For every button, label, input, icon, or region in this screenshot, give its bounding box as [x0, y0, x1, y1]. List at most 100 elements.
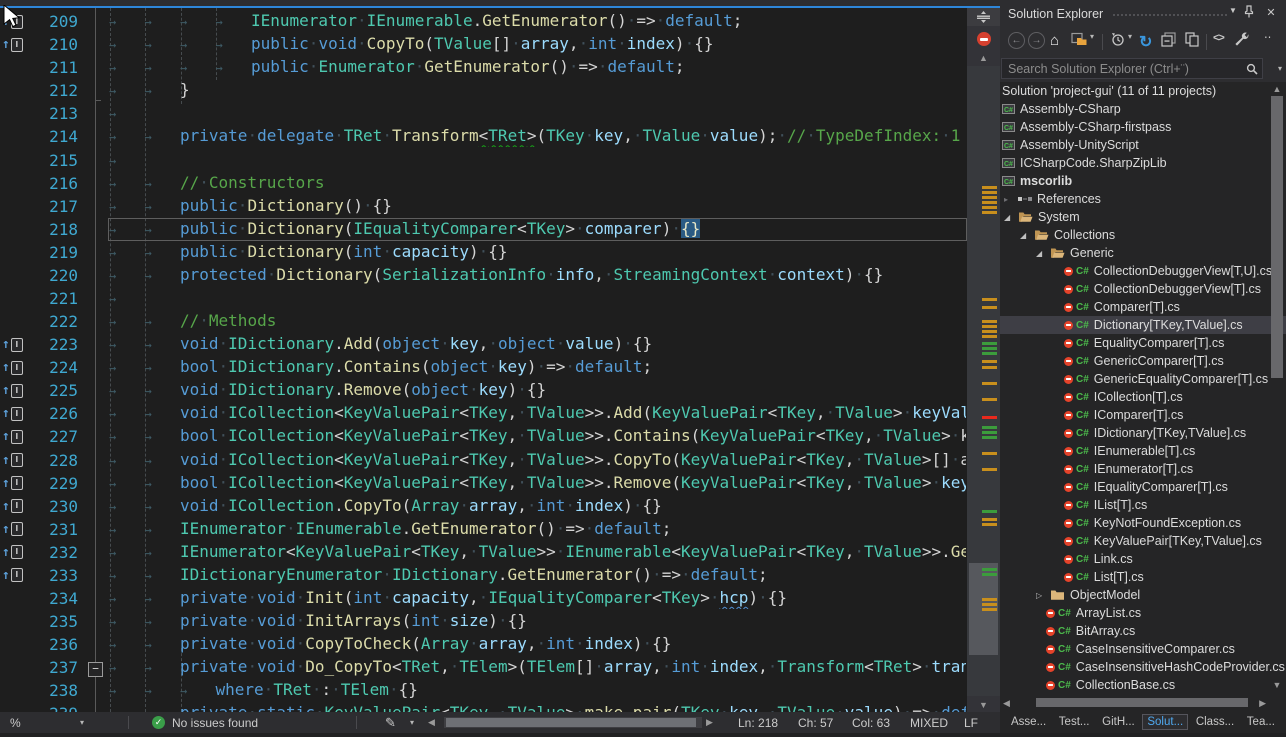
- outline-margin[interactable]: [90, 264, 108, 287]
- code-line-content[interactable]: →→→→public·void·CopyTo(TValue[]·array,·i…: [108, 33, 967, 56]
- collapse-icon[interactable]: ◢: [1020, 231, 1034, 240]
- outline-margin[interactable]: [90, 102, 108, 125]
- code-line-content[interactable]: →→IDictionaryEnumerator·IDictionary.GetE…: [108, 564, 967, 587]
- tree-item[interactable]: C#CaseInsensitiveHashCodeProvider.cs: [1000, 658, 1286, 676]
- line-number[interactable]: 220: [28, 264, 90, 287]
- outline-margin[interactable]: [90, 587, 108, 610]
- glyph-margin[interactable]: [0, 125, 28, 148]
- code-line[interactable]: 222→→//·Methods: [0, 310, 967, 333]
- code-line-content[interactable]: →: [108, 148, 967, 171]
- code-line-content[interactable]: →→private·void·Do_CopyTo<TRet,·TElem>(TE…: [108, 656, 967, 679]
- panel-tab[interactable]: Tea...: [1242, 714, 1280, 730]
- outline-margin[interactable]: [90, 79, 108, 102]
- code-line-content[interactable]: →→bool·ICollection<KeyValuePair<TKey,·TV…: [108, 472, 967, 495]
- scroll-up-arrow[interactable]: ▲: [967, 53, 1000, 63]
- editor-horizontal-scrollbar[interactable]: [444, 717, 702, 728]
- line-number[interactable]: 232: [28, 541, 90, 564]
- line-number[interactable]: 236: [28, 633, 90, 656]
- toolbar-overflow-icon[interactable]: ‥: [1264, 28, 1271, 41]
- tree-item[interactable]: C#IDictionary[TKey,TValue].cs: [1000, 424, 1286, 442]
- code-line-content[interactable]: →→private·static·KeyValuePair<TKey,·TVal…: [108, 702, 967, 712]
- glyph-margin[interactable]: [0, 610, 28, 633]
- panel-tab[interactable]: GitH...: [1097, 714, 1140, 730]
- line-number[interactable]: 209: [28, 10, 90, 33]
- line-number[interactable]: 230: [28, 495, 90, 518]
- code-line[interactable]: ↑I210→→→→public·void·CopyTo(TValue[]·arr…: [0, 33, 967, 56]
- format-document-icon[interactable]: ✎: [385, 712, 396, 733]
- line-number[interactable]: 211: [28, 56, 90, 79]
- code-line-content[interactable]: →→IEnumerator<KeyValuePair<TKey,·TValue>…: [108, 541, 967, 564]
- code-line[interactable]: ↑I229→→bool·ICollection<KeyValuePair<TKe…: [0, 472, 967, 495]
- code-line[interactable]: ↑I231→→IEnumerator·IEnumerable.GetEnumer…: [0, 518, 967, 541]
- glyph-margin[interactable]: ↑I: [0, 33, 28, 56]
- outline-margin[interactable]: [90, 564, 108, 587]
- code-line-content[interactable]: →→//·Methods: [108, 310, 967, 333]
- line-number[interactable]: 237: [28, 656, 90, 679]
- code-line-content[interactable]: →→private·void·CopyToCheck(Array·array,·…: [108, 633, 967, 656]
- code-line-content[interactable]: →→//·Constructors: [108, 172, 967, 195]
- tree-item[interactable]: C#CollectionBase.cs: [1000, 676, 1286, 694]
- collapse-icon[interactable]: ◢: [1004, 213, 1018, 222]
- code-line-content[interactable]: →→void·IDictionary.Remove(object·key)·{}: [108, 379, 967, 402]
- line-number[interactable]: 216: [28, 172, 90, 195]
- tree-item[interactable]: C#IComparer[T].cs: [1000, 406, 1286, 424]
- tree-item[interactable]: ◢Generic: [1000, 244, 1286, 262]
- line-number[interactable]: 213: [28, 102, 90, 125]
- code-line-content[interactable]: →→→where·TRet·:·TElem·{}: [108, 679, 967, 702]
- scrollbar-track[interactable]: [967, 66, 1000, 696]
- code-line[interactable]: ↑I227→→bool·ICollection<KeyValuePair<TKe…: [0, 425, 967, 448]
- refresh-button[interactable]: ↻: [1139, 32, 1152, 52]
- code-region[interactable]: ↑I209→→→→IEnumerator·IEnumerable.GetEnum…: [0, 8, 967, 712]
- glyph-margin[interactable]: [0, 633, 28, 656]
- tree-vscroll-thumb[interactable]: [1271, 96, 1283, 378]
- line-number[interactable]: 218: [28, 218, 90, 241]
- outline-margin[interactable]: [90, 379, 108, 402]
- line-number[interactable]: 227: [28, 425, 90, 448]
- line-number[interactable]: 234: [28, 587, 90, 610]
- glyph-margin[interactable]: [0, 702, 28, 712]
- code-line[interactable]: 218→→public·Dictionary(IEqualityComparer…: [0, 218, 967, 241]
- outline-margin[interactable]: [90, 425, 108, 448]
- tree-item[interactable]: Solution 'project-gui' (11 of 11 project…: [1000, 82, 1270, 100]
- tree-item[interactable]: C#IEnumerator[T].cs: [1000, 460, 1286, 478]
- code-line-content[interactable]: →→void·ICollection<KeyValuePair<TKey,·TV…: [108, 449, 967, 472]
- issues-indicator[interactable]: ✓ No issues found: [152, 712, 258, 733]
- outline-margin[interactable]: [90, 10, 108, 33]
- collapse-region-toggle[interactable]: −: [88, 662, 103, 677]
- glyph-margin[interactable]: ↑I: [0, 518, 28, 541]
- glyph-margin[interactable]: [0, 172, 28, 195]
- code-line-content[interactable]: →: [108, 287, 967, 310]
- code-line[interactable]: 220→→protected·Dictionary(SerializationI…: [0, 264, 967, 287]
- back-button[interactable]: ←: [1008, 32, 1025, 49]
- window-menu-icon[interactable]: ▼: [1226, 6, 1240, 15]
- tree-item[interactable]: ◢System: [1000, 208, 1272, 226]
- outline-margin[interactable]: [90, 402, 108, 425]
- outline-margin[interactable]: [90, 356, 108, 379]
- line-number[interactable]: 235: [28, 610, 90, 633]
- outline-margin[interactable]: [90, 495, 108, 518]
- tree-item[interactable]: C#List[T].cs: [1000, 568, 1286, 586]
- zoom-dropdown-caret[interactable]: ▾: [80, 712, 84, 733]
- tree-item[interactable]: C#GenericComparer[T].cs: [1000, 352, 1286, 370]
- tree-scroll-down-arrow[interactable]: ▼: [1270, 680, 1284, 690]
- pin-icon[interactable]: [1244, 5, 1258, 18]
- outline-margin[interactable]: [90, 449, 108, 472]
- glyph-margin[interactable]: [0, 264, 28, 287]
- sync-with-active-document-button[interactable]: [1184, 32, 1200, 47]
- line-number[interactable]: 217: [28, 195, 90, 218]
- glyph-margin[interactable]: ↑I: [0, 472, 28, 495]
- code-line[interactable]: ↑I225→→void·IDictionary.Remove(object·ke…: [0, 379, 967, 402]
- glyph-margin[interactable]: [0, 102, 28, 125]
- code-line[interactable]: 235→→private·void·InitArrays(int·size)·{…: [0, 610, 967, 633]
- code-line[interactable]: 214→→private·delegate·TRet·Transform<TRe…: [0, 125, 967, 148]
- code-line[interactable]: 213→: [0, 102, 967, 125]
- code-line[interactable]: ↑I232→→IEnumerator<KeyValuePair<TKey,·TV…: [0, 541, 967, 564]
- code-line[interactable]: 211→→→→public·Enumerator·GetEnumerator()…: [0, 56, 967, 79]
- code-line-content[interactable]: →→private·delegate·TRet·Transform<TRet>(…: [108, 125, 967, 148]
- code-line[interactable]: 216 →→//·Constructors: [0, 172, 967, 195]
- tree-item[interactable]: C#CaseInsensitiveComparer.cs: [1000, 640, 1286, 658]
- pending-changes-filter-button[interactable]: [1110, 32, 1125, 47]
- outline-margin[interactable]: [90, 287, 108, 310]
- outline-margin[interactable]: [90, 310, 108, 333]
- close-icon[interactable]: ✕: [1264, 6, 1278, 19]
